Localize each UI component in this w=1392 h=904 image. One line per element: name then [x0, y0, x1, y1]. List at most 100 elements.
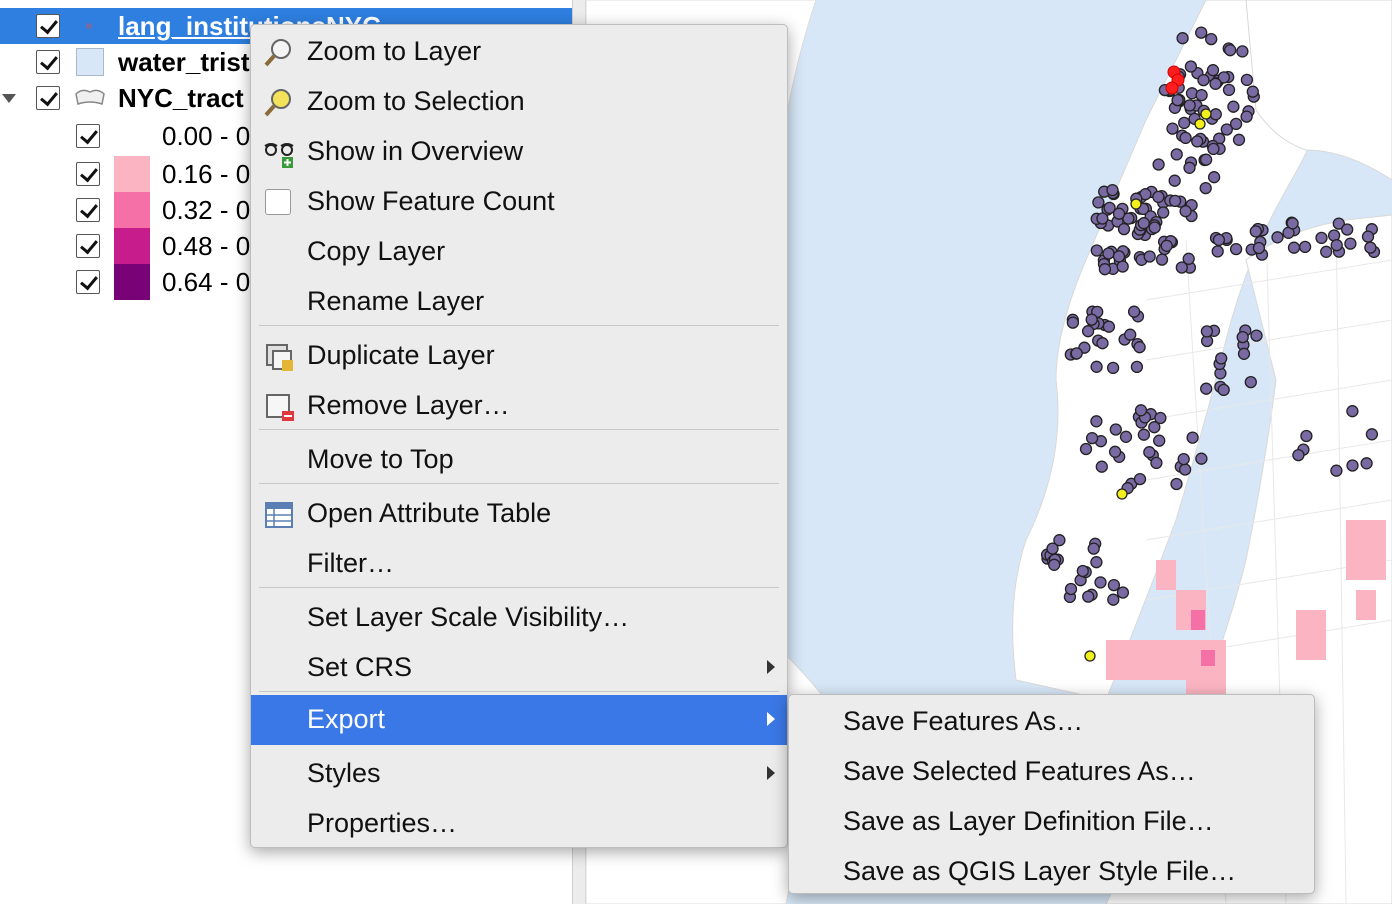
institution-point — [1344, 237, 1357, 250]
institution-point — [1143, 250, 1156, 263]
polygon-fill-icon — [76, 48, 104, 76]
menu-item-label: Set Layer Scale Visibility… — [307, 602, 630, 632]
institution-point — [1090, 415, 1103, 428]
menu-item-save-selected-features-as[interactable]: Save Selected Features As… — [789, 747, 1314, 797]
menu-item-label: Open Attribute Table — [307, 498, 552, 528]
institution-point — [1150, 456, 1163, 470]
menu-item-duplicate-layer[interactable]: Duplicate Layer — [251, 331, 787, 381]
menu-item-set-layer-scale-visibility[interactable]: Set Layer Scale Visibility… — [251, 593, 787, 643]
institution-point — [1090, 244, 1103, 257]
institution-point — [1046, 542, 1059, 555]
menu-item-styles[interactable]: Styles — [251, 749, 787, 799]
institution-point — [1200, 325, 1214, 338]
institution-point — [1108, 445, 1122, 458]
institution-point — [1237, 347, 1251, 360]
institution-point — [1229, 117, 1243, 131]
expand-arrow-icon[interactable] — [2, 94, 16, 103]
menu-item-label: Save as QGIS Layer Style File… — [843, 856, 1237, 886]
menu-item-label: Copy Layer — [307, 236, 446, 266]
legend-checkbox[interactable] — [76, 270, 100, 294]
institution-point — [1360, 457, 1373, 470]
menu-item-zoom-to-layer[interactable]: Zoom to Layer — [251, 27, 787, 77]
legend-swatch — [114, 118, 150, 154]
institution-point — [1154, 411, 1167, 425]
highlighted-point — [1194, 118, 1206, 130]
institution-point — [1346, 459, 1359, 472]
institution-point — [1209, 108, 1222, 121]
institution-point — [1152, 158, 1165, 171]
legend-checkbox[interactable] — [76, 124, 100, 148]
layer-visibility-checkbox[interactable] — [36, 14, 60, 38]
institution-point — [1195, 88, 1208, 102]
institution-point — [1346, 405, 1359, 418]
institution-point — [1178, 116, 1191, 130]
institution-point — [1286, 217, 1299, 230]
menu-separator — [259, 691, 779, 692]
institution-point — [1240, 73, 1254, 87]
institution-point — [1191, 135, 1204, 148]
checkbox-icon[interactable] — [265, 189, 291, 215]
menu-item-zoom-to-selection[interactable]: Zoom to Selection — [251, 77, 787, 127]
institution-point — [1076, 564, 1089, 578]
menu-item-copy-layer[interactable]: Copy Layer — [251, 227, 787, 277]
institution-point — [1246, 85, 1259, 98]
menu-item-remove-layer[interactable]: Remove Layer… — [251, 381, 787, 431]
menu-item-properties[interactable]: Properties… — [251, 799, 787, 849]
institution-point — [1224, 44, 1237, 57]
institution-point — [1095, 460, 1108, 473]
institution-point — [1133, 341, 1146, 354]
institution-point — [1320, 245, 1333, 258]
submenu-arrow-icon — [767, 766, 775, 780]
menu-item-open-attribute-table[interactable]: Open Attribute Table — [251, 489, 787, 539]
institution-point — [1206, 64, 1220, 77]
point-layer-icon — [86, 23, 92, 29]
menu-item-show-in-overview[interactable]: Show in Overview — [251, 127, 787, 177]
institution-point — [1107, 578, 1121, 592]
menu-item-label: Save Features As… — [843, 706, 1084, 736]
legend-swatch — [114, 156, 150, 192]
institution-point — [1199, 181, 1212, 195]
menu-item-move-to-top[interactable]: Move to Top — [251, 435, 787, 485]
submenu-arrow-icon — [767, 660, 775, 674]
institution-point — [1148, 221, 1161, 234]
institution-point — [1178, 463, 1192, 476]
institution-point — [1184, 60, 1198, 73]
menu-item-filter[interactable]: Filter… — [251, 539, 787, 589]
layer-visibility-checkbox[interactable] — [36, 86, 60, 110]
menu-item-rename-layer[interactable]: Rename Layer — [251, 277, 787, 327]
layer-visibility-checkbox[interactable] — [36, 50, 60, 74]
institution-point — [1124, 328, 1137, 341]
institution-point — [1092, 196, 1105, 209]
institution-point — [1271, 231, 1284, 244]
institution-point — [1153, 434, 1166, 447]
legend-checkbox[interactable] — [76, 162, 100, 186]
menu-item-label: Show Feature Count — [307, 186, 555, 216]
institution-point — [1085, 313, 1098, 326]
institution-point — [1116, 260, 1129, 273]
institution-point — [1205, 32, 1218, 46]
legend-checkbox[interactable] — [76, 198, 100, 222]
institution-point — [1048, 558, 1061, 571]
menu-item-export[interactable]: Export — [251, 695, 787, 745]
institution-point — [1070, 347, 1083, 360]
menu-separator — [259, 325, 779, 326]
menu-item-save-features-as[interactable]: Save Features As… — [789, 697, 1314, 747]
remove-layer-icon — [266, 394, 294, 421]
layer-context-menu: Zoom to Layer Zoom to Selection Show in … — [250, 24, 788, 848]
menu-item-label: Move to Top — [307, 444, 454, 474]
institution-point — [1107, 593, 1120, 606]
menu-item-set-crs[interactable]: Set CRS — [251, 643, 787, 693]
menu-item-save-qgis-layer-style[interactable]: Save as QGIS Layer Style File… — [789, 847, 1314, 897]
institution-point — [1182, 252, 1195, 265]
legend-checkbox[interactable] — [76, 234, 100, 258]
institution-point — [1152, 190, 1165, 204]
legend-label: 0.48 - 0 — [162, 231, 251, 261]
menu-item-save-layer-definition[interactable]: Save as Layer Definition File… — [789, 797, 1314, 847]
menu-item-label: Properties… — [307, 808, 458, 838]
table-icon — [265, 502, 293, 528]
menu-item-show-feature-count[interactable]: Show Feature Count — [251, 177, 787, 227]
menu-separator — [259, 429, 779, 430]
institution-point — [1195, 26, 1208, 39]
institution-point — [1096, 337, 1109, 350]
institution-point — [1066, 316, 1080, 329]
